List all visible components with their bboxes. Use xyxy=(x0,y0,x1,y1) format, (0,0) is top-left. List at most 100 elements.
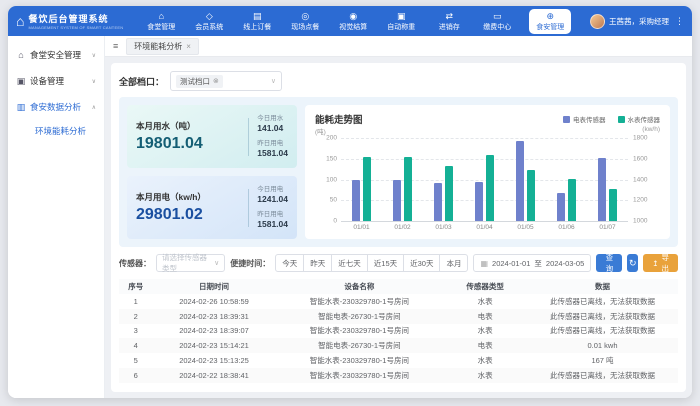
x-axis-label: 01/07 xyxy=(599,224,615,231)
quick-range-button[interactable]: 本月 xyxy=(439,254,468,272)
table-row[interactable]: 12024-02-26 10:58:59智能水表-230329780-1号房间水… xyxy=(119,294,678,309)
bar-group: 01/02 xyxy=(382,138,423,221)
top-nav-menu: ⌂食堂管理 ◇会员系统 ▤线上订餐 ◎现场点餐 ◉视觉结算 ▣自动称重 ⇄进销存 ▭缴费中心 ⊕… xyxy=(145,9,571,34)
table-header-cell: 序号 xyxy=(119,281,153,292)
legend-item[interactable]: 电表传感器 xyxy=(563,114,606,124)
electric-bar xyxy=(516,141,524,221)
onsite-order-icon: ◎ xyxy=(301,11,309,21)
table-cell: 智能水表-230329780-1号房间 xyxy=(276,296,444,307)
date-start[interactable]: 2024-01-01 xyxy=(492,259,530,268)
stall-filter-row: 全部档口： 测试档口 ⊗ ∨ xyxy=(119,71,678,91)
device-manage-icon: ▣ xyxy=(16,76,26,87)
table-cell: 水表 xyxy=(443,296,527,307)
nav-item-member[interactable]: ◇会员系统 xyxy=(193,11,225,32)
water-today-label: 今日用水 xyxy=(257,112,288,122)
nav-item-onsite-order[interactable]: ◎现场点餐 xyxy=(289,11,321,32)
quick-range-button[interactable]: 近七天 xyxy=(331,254,368,272)
nav-item-online-order[interactable]: ▤线上订餐 xyxy=(241,11,273,32)
x-axis-label: 01/04 xyxy=(476,224,492,231)
sensor-data-table: 序号日期时间设备名称传感器类型数据 12024-02-26 10:58:59智能… xyxy=(119,279,678,384)
table-filter-row: 传感器： 请选择传感器类型 ∨ 便捷时间： 今天昨天近七天近15天近30天本月 … xyxy=(119,253,678,273)
nav-item-payment-center[interactable]: ▭缴费中心 xyxy=(481,11,513,32)
nav-item-label: 线上订餐 xyxy=(243,22,271,32)
sensor-filter-label: 传感器： xyxy=(119,258,151,269)
water-today-value: 141.04 xyxy=(257,123,288,133)
stall-chip-close-icon[interactable]: ⊗ xyxy=(213,77,219,85)
payment-center-icon: ▭ xyxy=(493,11,502,21)
nav-item-label: 进销存 xyxy=(439,22,460,32)
left-axis-tick: 100 xyxy=(326,176,341,183)
quick-range-group: 今天昨天近七天近15天近30天本月 xyxy=(275,254,468,272)
stall-filter-label: 全部档口： xyxy=(119,75,164,88)
water-bar xyxy=(568,179,576,221)
right-axis-tick: 1200 xyxy=(628,197,647,204)
legend-item[interactable]: 水表传感器 xyxy=(618,114,661,124)
date-range-picker[interactable]: ▦ 2024-01-01 至 2024-03-05 xyxy=(473,254,591,272)
right-axis-tick: 1400 xyxy=(628,176,647,183)
water-bar xyxy=(609,189,617,221)
sensor-select[interactable]: 请选择传感器类型 ∨ xyxy=(156,254,225,272)
content-card: 全部档口： 测试档口 ⊗ ∨ xyxy=(111,63,686,392)
quick-range-button[interactable]: 昨天 xyxy=(303,254,332,272)
chart-legend: 电表传感器 水表传感器 xyxy=(563,114,660,124)
sidebar-item-label: 食安数据分析 xyxy=(30,101,81,113)
nav-item-inventory[interactable]: ⇄进销存 xyxy=(433,11,465,32)
date-separator: 至 xyxy=(534,258,542,269)
x-axis-label: 01/02 xyxy=(394,224,410,231)
table-cell: 此传感器已离线，无法获取数据 xyxy=(527,296,678,307)
app-subtitle: MANAGEMENT SYSTEM OF SMART CANTEEN xyxy=(28,25,123,30)
bar-group: 01/05 xyxy=(505,138,546,221)
nav-item-auto-weigh[interactable]: ▣自动称重 xyxy=(385,11,417,32)
bar-group: 01/01 xyxy=(341,138,382,221)
table-row[interactable]: 52024-02-23 15:13:25智能水表-230329780-1号房间水… xyxy=(119,353,678,368)
table-cell: 电表 xyxy=(443,340,527,351)
stall-chip[interactable]: 测试档口 ⊗ xyxy=(176,75,223,88)
nav-item-food-safety[interactable]: ⊕食安管理 xyxy=(529,9,571,34)
nav-item-vision-checkout[interactable]: ◉视觉结算 xyxy=(337,11,369,32)
electric-bar xyxy=(434,183,442,221)
legend-label: 电表传感器 xyxy=(573,114,606,124)
sidebar-item[interactable]: ⌂食堂安全管理∨ xyxy=(8,42,104,68)
quick-range-button[interactable]: 近30天 xyxy=(403,254,440,272)
table-row[interactable]: 22024-02-23 18:39:31智能电表-26730-1号房间电表此传感… xyxy=(119,309,678,324)
export-label: 导出 xyxy=(662,252,670,274)
chevron-down-icon: ∨ xyxy=(271,77,276,85)
collapse-sidebar-icon[interactable]: ≡ xyxy=(113,41,118,51)
sidebar-item[interactable]: ▥食安数据分析∧ xyxy=(8,94,104,120)
refresh-button[interactable]: ↻ xyxy=(627,254,638,272)
sidebar: ⌂食堂安全管理∨ ▣ 设备管理 ∨ ▥食安数据分析∧环境能耗分析 xyxy=(8,36,105,398)
export-button[interactable]: ↥ 导出 xyxy=(643,254,678,272)
table-cell: 5 xyxy=(119,356,153,365)
sidebar-subitem[interactable]: 环境能耗分析 xyxy=(8,120,104,142)
table-row[interactable]: 62024-02-22 18:38:41智能水表-230329780-1号房间水… xyxy=(119,368,678,383)
table-row[interactable]: 42024-02-23 15:14:21智能电表-26730-1号房间电表0.0… xyxy=(119,338,678,353)
stall-select[interactable]: 测试档口 ⊗ ∨ xyxy=(170,71,282,91)
quick-range-button[interactable]: 近15天 xyxy=(367,254,404,272)
sidebar-item-label: 设备管理 xyxy=(30,75,64,87)
nav-item-label: 自动称重 xyxy=(387,22,415,32)
x-axis-label: 01/03 xyxy=(435,224,451,231)
quick-range-button[interactable]: 今天 xyxy=(275,254,304,272)
query-button[interactable]: 查询 xyxy=(596,254,622,272)
table-row[interactable]: 32024-02-23 18:39:07智能水表-230329780-1号房间水… xyxy=(119,324,678,339)
table-cell: 2024-02-23 18:39:31 xyxy=(153,312,276,321)
electricity-today-value: 1241.04 xyxy=(257,194,288,204)
date-end[interactable]: 2024-03-05 xyxy=(546,259,584,268)
table-cell: 智能电表-26730-1号房间 xyxy=(276,311,444,322)
tab-env-energy[interactable]: 环境能耗分析 × xyxy=(126,38,199,55)
tab-close-icon[interactable]: × xyxy=(186,42,191,51)
sidebar-item[interactable]: ▣设备管理∨ xyxy=(8,68,104,94)
table-cell: 水表 xyxy=(443,325,527,336)
electricity-yesterday-value: 1581.04 xyxy=(257,219,288,229)
user-menu-icon[interactable]: ⋮ xyxy=(675,16,684,27)
avatar[interactable] xyxy=(590,14,605,29)
chart-title: 能耗走势图 xyxy=(315,112,363,126)
user-block[interactable]: 王茜茜，采购经理 ⋮ xyxy=(590,14,684,29)
bar-group: 01/06 xyxy=(546,138,587,221)
water-bar xyxy=(363,157,371,221)
table-cell: 智能水表-230329780-1号房间 xyxy=(276,370,444,381)
nav-item-canteen[interactable]: ⌂食堂管理 xyxy=(145,11,177,32)
chevron-down-icon: ∨ xyxy=(92,52,96,59)
divider xyxy=(248,118,249,156)
canteen-icon: ⌂ xyxy=(159,11,164,21)
